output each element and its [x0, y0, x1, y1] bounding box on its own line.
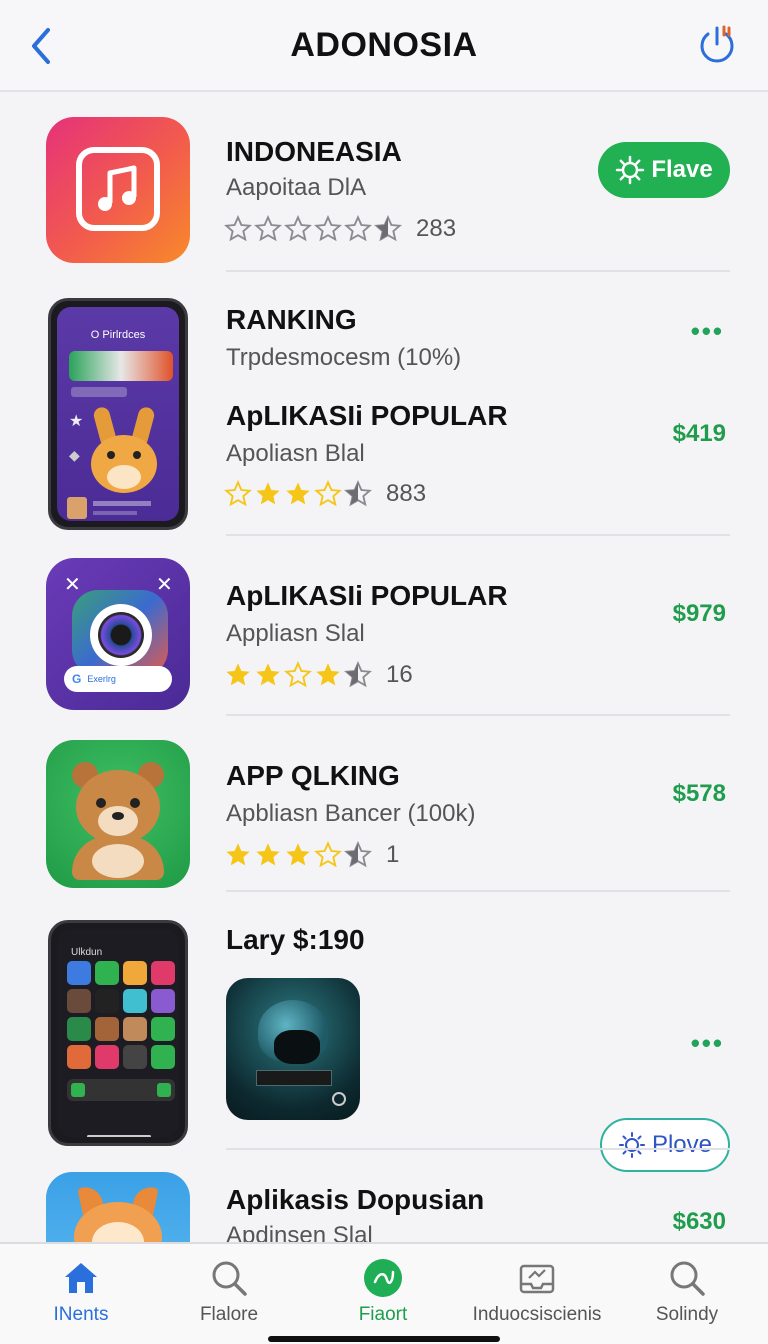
list-item[interactable]: ✕ ✕ G Exerlrg ApLIKASIi POPULAR Appliasn…	[0, 538, 768, 718]
phone-header: Ulkdun	[71, 947, 103, 958]
app-subtitle: Apbliasn Bancer (100k)	[226, 800, 476, 827]
rating-stars	[224, 480, 372, 508]
more-button[interactable]: •••	[691, 316, 724, 347]
tab-search[interactable]: Solindy	[610, 1244, 764, 1344]
get-button-label: Flave	[651, 156, 713, 183]
tab-explore[interactable]: Flalore	[152, 1244, 306, 1344]
star-half-icon	[344, 661, 372, 689]
list-item[interactable]: APP QLKING Apbliasn Bancer (100k) 1 $578	[0, 718, 768, 898]
rating-count: 283	[416, 215, 457, 242]
list-item[interactable]: Ulkdun Lary $:190 ••• Plove	[0, 898, 768, 1172]
list-item[interactable]: Aplikasis Dopusian Apdinsen Slal $630	[0, 1154, 768, 1242]
search-field-label: Exerlrg	[87, 674, 116, 684]
price[interactable]: $419	[673, 420, 726, 448]
tab-label: Flalore	[199, 1304, 259, 1325]
rating: 883	[224, 479, 426, 509]
app-title: INDONEASIA	[226, 136, 402, 167]
rating: 1	[224, 840, 399, 870]
star-half-icon	[374, 215, 402, 243]
star-half-icon	[344, 480, 372, 508]
star-icon	[224, 480, 252, 508]
search-icon	[212, 1261, 247, 1296]
phone-screenshot: O Pirlrdces ★ ◆	[48, 298, 188, 530]
rating-stars	[224, 661, 372, 689]
app-list[interactable]: INDONEASIA Aapoitaa DlA 283 Flave O Pirl…	[0, 94, 768, 1242]
phone-header: O Pirlrdces	[90, 329, 146, 341]
rating: 283	[224, 214, 456, 244]
star-icon	[314, 841, 342, 869]
app-title: Aplikasis Dopusian	[226, 1184, 485, 1215]
search-icon	[670, 1261, 705, 1296]
app-subtitle: Apdinsen Slal	[226, 1222, 373, 1242]
camera-app-icon: ✕ ✕ G Exerlrg	[46, 558, 190, 710]
bear-app-icon	[46, 740, 190, 888]
divider	[226, 714, 730, 716]
hooded-figure-app-icon	[226, 978, 360, 1120]
phone-screenshot: Ulkdun	[48, 920, 188, 1146]
divider	[226, 534, 730, 536]
star-icon	[224, 215, 252, 243]
app-subtitle: Apoliasn Blal	[226, 440, 365, 467]
fox-app-icon	[46, 1172, 190, 1242]
tab-label: INents	[53, 1304, 109, 1325]
star-icon	[284, 841, 312, 869]
divider	[226, 1148, 730, 1150]
app-title: Lary $:190	[226, 924, 365, 955]
tab-home[interactable]: INents	[4, 1244, 158, 1344]
app-title: ApLIKASIi POPULAR	[226, 580, 508, 611]
tab-label: Solindy	[655, 1304, 719, 1325]
divider	[226, 890, 730, 892]
star-icon	[284, 661, 312, 689]
star-half-icon	[344, 841, 372, 869]
section-title: RANKING	[226, 304, 357, 335]
star-icon	[254, 841, 282, 869]
star-icon	[224, 841, 252, 869]
section-subtitle: Trpdesmocesm (10%)	[226, 344, 462, 371]
rating-count: 883	[386, 480, 427, 507]
top-bar: ADONOSIA	[0, 0, 768, 92]
tab-label: Fiaort	[358, 1304, 408, 1325]
rating-stars	[224, 841, 372, 869]
star-icon	[254, 661, 282, 689]
star-icon	[314, 480, 342, 508]
rating-count: 16	[386, 661, 413, 688]
price[interactable]: $979	[673, 600, 726, 628]
gear-icon	[616, 155, 645, 185]
star-icon	[314, 661, 342, 689]
home-icon	[65, 1263, 97, 1293]
list-item[interactable]: O Pirlrdces ★ ◆ RANKING Trpdesmocesm (10…	[0, 274, 768, 538]
star-icon	[284, 215, 312, 243]
price[interactable]: $578	[673, 780, 726, 808]
app-title: APP QLKING	[226, 760, 400, 791]
tab-inbox[interactable]: Induocsiscienis	[460, 1244, 614, 1344]
rating-stars	[224, 215, 402, 243]
inbox-icon	[519, 1264, 555, 1294]
star-icon	[224, 661, 252, 689]
star-icon	[314, 215, 342, 243]
music-app-icon	[46, 117, 190, 263]
page-title: ADONOSIA	[290, 26, 478, 64]
more-button[interactable]: •••	[691, 1028, 724, 1059]
play-icon	[364, 1259, 402, 1297]
star-icon	[284, 480, 312, 508]
tab-featured[interactable]: Fiaort	[306, 1244, 460, 1344]
power-button[interactable]	[694, 22, 740, 68]
price[interactable]: $630	[673, 1208, 726, 1236]
list-item[interactable]: INDONEASIA Aapoitaa DlA 283 Flave	[0, 94, 768, 274]
rating-count: 1	[386, 841, 400, 868]
rating: 16	[224, 660, 413, 690]
star-icon	[344, 215, 372, 243]
tab-label: Induocsiscienis	[472, 1304, 602, 1325]
app-subtitle: Aapoitaa DlA	[226, 174, 367, 201]
star-icon	[254, 215, 282, 243]
home-indicator	[268, 1336, 500, 1342]
divider	[226, 270, 730, 272]
get-button[interactable]: Flave	[598, 142, 730, 198]
star-icon	[254, 480, 282, 508]
app-title: ApLIKASIi POPULAR	[226, 400, 508, 431]
power-icon	[700, 25, 734, 63]
tab-bar: INents Flalore Fiaort Induocsiscienis So…	[0, 1242, 768, 1344]
app-subtitle: Appliasn Slal	[226, 620, 365, 647]
